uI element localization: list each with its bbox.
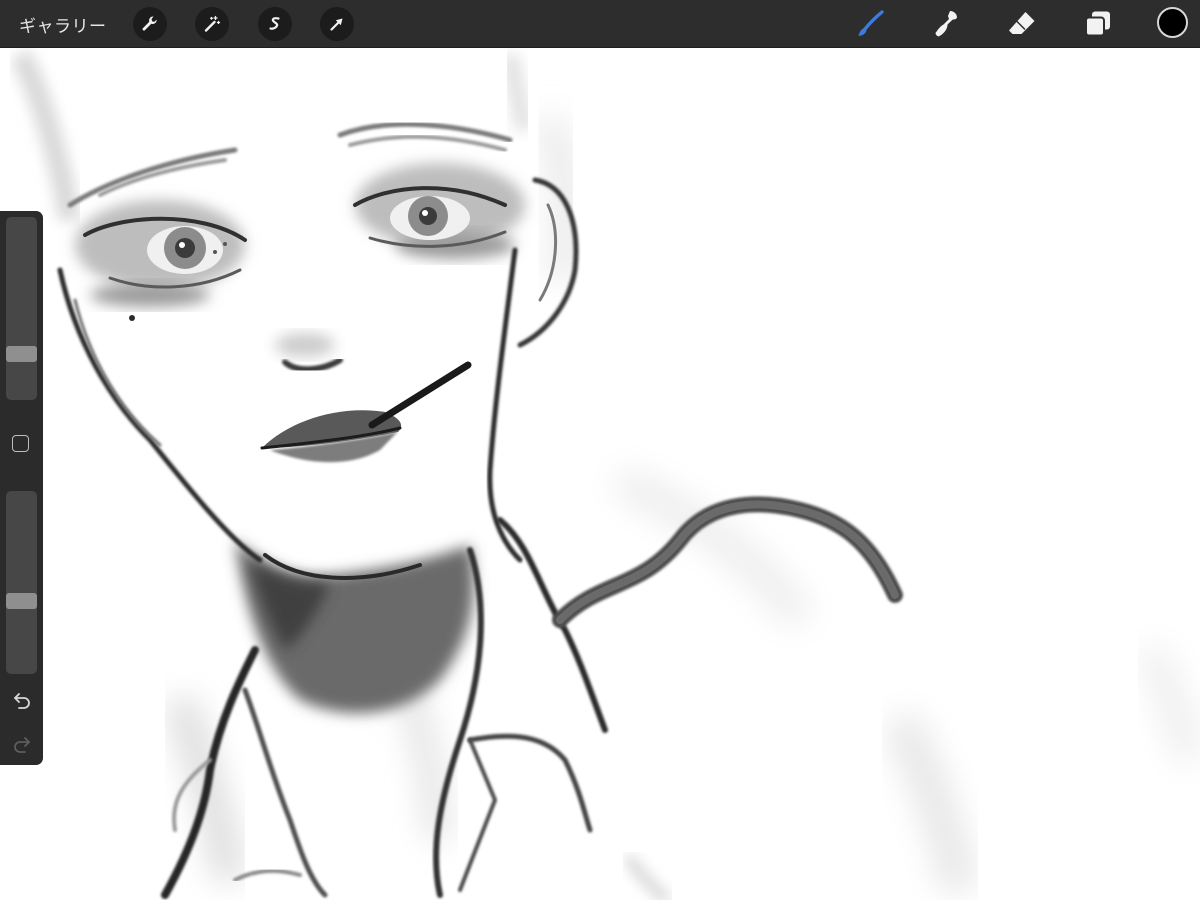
opacity-slider[interactable] (6, 491, 37, 674)
color-swatch[interactable] (1157, 7, 1188, 38)
eraser-icon (1009, 12, 1035, 34)
brush-button[interactable] (853, 6, 889, 42)
arrow-cursor-icon (330, 18, 343, 31)
layers-button[interactable] (1080, 6, 1116, 42)
modify-button[interactable] (12, 435, 29, 452)
brush-size-thumb[interactable] (6, 345, 37, 362)
opacity-thumb[interactable] (6, 592, 37, 609)
transform-button[interactable] (320, 7, 354, 41)
top-toolbar: ギャラリー (0, 0, 1200, 48)
s-ribbon-icon (269, 17, 280, 30)
actions-button[interactable] (133, 7, 167, 41)
drawing-canvas[interactable] (0, 48, 1200, 903)
magic-wand-icon (204, 15, 221, 32)
undo-arrow-icon (13, 693, 30, 709)
undo-button[interactable] (9, 689, 34, 711)
wrench-icon (142, 16, 157, 31)
eraser-button[interactable] (1004, 6, 1040, 42)
redo-arrow-icon (13, 737, 30, 753)
left-sidebar (0, 211, 43, 765)
brush-size-slider[interactable] (6, 217, 37, 400)
sketch-artwork (10, 49, 1200, 903)
smudge-finger-icon (935, 11, 957, 37)
gallery-link[interactable]: ギャラリー (19, 12, 107, 37)
selection-button[interactable] (258, 7, 292, 41)
layers-icon (1085, 11, 1110, 37)
adjustments-button[interactable] (195, 7, 229, 41)
redo-button[interactable] (9, 733, 34, 755)
brush-icon (858, 10, 884, 36)
smudge-button[interactable] (929, 6, 965, 42)
